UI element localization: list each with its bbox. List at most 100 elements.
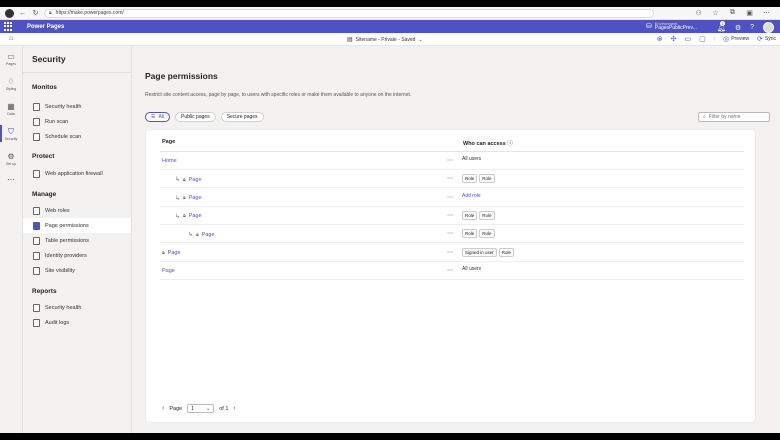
row-more-icon[interactable]: ⋯ bbox=[447, 194, 453, 201]
pagination: ‹ Page 1 ⌄ of 1 › bbox=[162, 404, 236, 413]
rail-item-data[interactable]: ▦ Data bbox=[0, 96, 22, 121]
environment-picker[interactable]: ⛁ Environment PagesPublicPrev... bbox=[646, 21, 697, 31]
browser-menu-icon[interactable]: ⋯ bbox=[762, 9, 771, 18]
nav-item-site-visibility[interactable]: Site visibility bbox=[23, 263, 131, 278]
refresh-icon[interactable]: ↻ bbox=[31, 9, 40, 18]
prev-page-icon[interactable]: ‹ bbox=[162, 405, 164, 412]
page-link[interactable]: Page bbox=[202, 232, 215, 238]
sync-button[interactable]: ⟳ Sync bbox=[757, 35, 776, 43]
info-icon: ⓘ bbox=[507, 141, 513, 147]
page-link[interactable]: Page bbox=[189, 195, 202, 201]
page-select[interactable]: 1 ⌄ bbox=[187, 404, 215, 413]
notifications-icon[interactable]: 🔔︎ 1 bbox=[717, 20, 726, 32]
page-link[interactable]: Home bbox=[162, 158, 177, 164]
table-row[interactable]: Home ⋯ All users bbox=[160, 152, 744, 170]
add-role-link[interactable]: Add role bbox=[462, 193, 481, 199]
row-more-icon[interactable]: ⋯ bbox=[447, 175, 453, 182]
page-cell: ↳ 🔒︎ Page bbox=[175, 176, 202, 184]
details-icon[interactable]: ▭ bbox=[685, 35, 692, 43]
role-chip[interactable]: Role bbox=[479, 174, 495, 184]
search-icon: ⌕ bbox=[703, 114, 706, 120]
table-row[interactable]: ↳ 🔒︎ Page ⋯ Role Role bbox=[160, 207, 744, 225]
settings-icon[interactable]: ⚙ bbox=[735, 24, 741, 32]
tabs-icon[interactable]: ▣ bbox=[745, 9, 754, 18]
table-row[interactable]: 🔒︎ Page ⋯ Signed in user Role bbox=[160, 244, 744, 262]
nav-item-web-roles[interactable]: Web roles bbox=[23, 203, 131, 218]
nav-item-report-security-health[interactable]: Security health bbox=[23, 300, 131, 315]
table-row[interactable]: Page ⋯ All users bbox=[160, 262, 744, 280]
filter-secure-pages[interactable]: Secure pages bbox=[220, 112, 264, 122]
profile-avatar[interactable] bbox=[5, 8, 14, 18]
rail-item-security[interactable]: ⛉ Security bbox=[0, 121, 22, 146]
app-title: Power Pages bbox=[27, 23, 65, 30]
role-chip[interactable]: Role bbox=[479, 210, 495, 220]
nav-item-table-permissions[interactable]: Table permissions bbox=[23, 233, 131, 248]
pages-icon: ▭ bbox=[7, 51, 15, 61]
filter-public-pages[interactable]: Public pages bbox=[175, 112, 216, 122]
row-more-icon[interactable]: ⋯ bbox=[447, 267, 453, 274]
nav-item-schedule-scan[interactable]: Schedule scan bbox=[23, 129, 131, 144]
table-row[interactable]: ↳ 🔒︎ Page ⋯ Role Role bbox=[160, 170, 744, 189]
page-link[interactable]: Page bbox=[189, 177, 202, 183]
nav-label: Table permissions bbox=[45, 237, 90, 244]
next-page-icon[interactable]: › bbox=[233, 405, 235, 412]
url-text: https://make.powerpages.com/ bbox=[55, 10, 124, 16]
address-bar[interactable]: 🔒︎ https://make.powerpages.com/ bbox=[44, 8, 654, 18]
home-icon[interactable]: ⌂ bbox=[9, 35, 13, 42]
list-icon: ☰ bbox=[151, 114, 156, 120]
user-avatar[interactable] bbox=[763, 22, 774, 33]
section-heading-protect: Protect bbox=[32, 153, 55, 160]
collections-icon[interactable]: ⧉ bbox=[728, 9, 737, 18]
role-chip[interactable]: Role bbox=[498, 247, 515, 257]
nav-item-audit-logs[interactable]: Audit logs bbox=[23, 315, 131, 330]
health-icon[interactable]: ⊛ bbox=[657, 35, 663, 43]
table-row[interactable]: ↳ 🔒︎ Page ⋯ Role Role bbox=[160, 225, 744, 244]
help-icon[interactable]: ? bbox=[750, 24, 754, 31]
copilot-icon[interactable]: ✣ bbox=[671, 35, 677, 43]
row-more-icon[interactable]: ⋯ bbox=[447, 249, 453, 256]
page-link[interactable]: Page bbox=[189, 213, 202, 219]
lock-icon: 🔒︎ bbox=[183, 213, 186, 220]
nav-label: Web roles bbox=[45, 207, 70, 214]
role-chip[interactable]: Role bbox=[462, 174, 478, 184]
role-chip[interactable]: Role bbox=[479, 229, 495, 239]
role-chip[interactable]: Signed in user bbox=[462, 247, 497, 257]
nav-item-identity-providers[interactable]: Identity providers bbox=[23, 248, 131, 263]
back-icon[interactable]: ← bbox=[18, 9, 27, 18]
filter-label: Public pages bbox=[181, 114, 210, 120]
rail-item-pages[interactable]: ▭ Pages bbox=[0, 46, 22, 71]
access-cell: Signed in user Role bbox=[462, 247, 515, 257]
lock-icon: 🔒︎ bbox=[49, 10, 52, 16]
page-cell: ↳ 🔒︎ Page bbox=[188, 231, 215, 239]
access-header-label: Who can access bbox=[463, 141, 506, 147]
site-status[interactable]: ▤ Sitename - Private - Saved ⌄ bbox=[347, 36, 423, 44]
filter-by-name-input[interactable]: ⌕ Filter by name bbox=[698, 112, 770, 122]
row-more-icon[interactable]: ⋯ bbox=[447, 157, 453, 164]
nav-item-security-health[interactable]: Security health bbox=[23, 99, 131, 114]
row-more-icon[interactable]: ⋯ bbox=[447, 230, 453, 237]
nav-item-waf[interactable]: Web application firewall bbox=[23, 166, 131, 181]
access-cell: All users bbox=[462, 156, 481, 162]
table-row[interactable]: ↳ 🔒︎ Page ⋯ Add role bbox=[160, 189, 744, 207]
filter-label: All bbox=[158, 114, 165, 120]
app-launcher-icon[interactable] bbox=[4, 22, 13, 31]
nav-item-run-scan[interactable]: Run scan bbox=[23, 114, 131, 129]
child-arrow-icon: ↳ bbox=[175, 195, 181, 202]
filter-all[interactable]: ☰ All bbox=[145, 112, 171, 122]
page-link[interactable]: Page bbox=[162, 268, 175, 274]
rail-item-setup[interactable]: ⚙ Set up bbox=[0, 146, 22, 171]
role-chip[interactable]: Role bbox=[462, 210, 478, 220]
rail-item-styling[interactable]: ♢ Styling bbox=[0, 71, 22, 96]
rail-label: Styling bbox=[5, 86, 17, 91]
document-icon bbox=[33, 236, 40, 245]
nav-item-page-permissions[interactable]: Page permissions bbox=[23, 218, 131, 233]
extensions-icon[interactable]: ⚇ bbox=[694, 9, 703, 18]
role-chip[interactable]: Role bbox=[462, 229, 478, 239]
comment-icon[interactable]: ▢ bbox=[699, 35, 706, 43]
row-more-icon[interactable]: ⋯ bbox=[447, 212, 453, 219]
favorite-icon[interactable]: ☆ bbox=[711, 9, 720, 18]
preview-button[interactable]: ◎ Preview bbox=[723, 35, 749, 43]
nav-label: Site visibility bbox=[45, 267, 75, 274]
more-icon[interactable]: ⋯ bbox=[0, 175, 22, 184]
page-link[interactable]: Page bbox=[168, 250, 181, 256]
